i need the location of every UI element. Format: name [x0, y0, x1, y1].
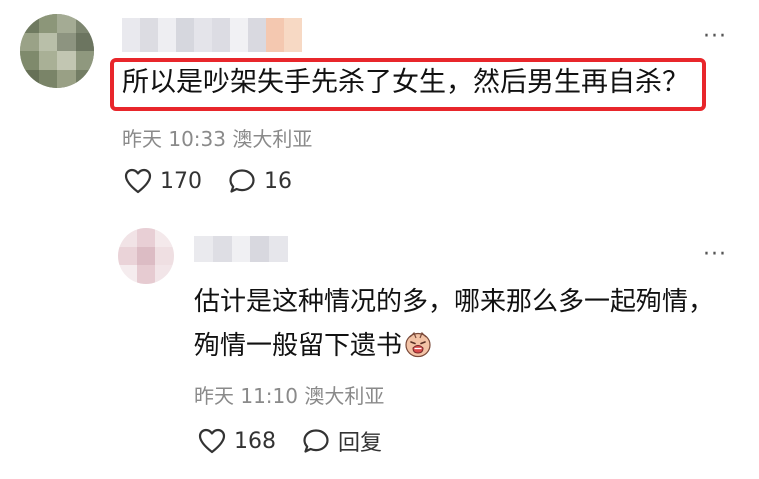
reply-avatar[interactable] — [118, 228, 174, 284]
comment-bubble-icon — [303, 429, 329, 453]
reply-meta: 昨天 11:10 澳大利亚 — [194, 380, 384, 409]
comment-bubble-icon — [229, 169, 255, 193]
reply-text-block: 估计是这种情况的多，哪来那么多一起殉情，殉情一般留下遗书 — [194, 280, 724, 368]
reply-time: 昨天 11:10 — [194, 384, 298, 408]
reply-more-options-icon[interactable]: ··· — [703, 244, 727, 266]
reply-count: 16 — [264, 168, 292, 194]
like-button[interactable]: 170 — [124, 168, 202, 194]
heart-icon — [198, 428, 226, 454]
reply-button[interactable]: 16 — [228, 168, 292, 194]
comment-meta: 昨天 10:33 澳大利亚 — [122, 123, 312, 152]
more-options-icon[interactable]: ··· — [703, 26, 727, 48]
reply-like-count: 168 — [234, 428, 276, 454]
heart-icon — [124, 168, 152, 194]
crying-face-emoji-icon — [405, 331, 431, 358]
reply-like-button[interactable]: 168 — [198, 428, 276, 454]
reply-label: 回复 — [338, 431, 383, 456]
reply-actions: 168 回复 — [198, 425, 382, 457]
comment-location: 澳大利亚 — [232, 127, 313, 151]
comment-actions: 170 16 — [124, 168, 292, 194]
like-count: 170 — [160, 168, 202, 194]
reply-reply-button[interactable]: 回复 — [302, 425, 382, 457]
username-blurred[interactable] — [122, 18, 302, 52]
reply-username-blurred[interactable] — [194, 236, 288, 262]
reply-text: 估计是这种情况的多，哪来那么多一起殉情，殉情一般留下遗书 — [194, 287, 715, 361]
reply-location: 澳大利亚 — [304, 384, 385, 408]
comment-text: 所以是吵架失手先杀了女生，然后男生再自杀？ — [122, 67, 689, 98]
comment-time: 昨天 10:33 — [122, 127, 226, 151]
avatar[interactable] — [20, 14, 94, 88]
